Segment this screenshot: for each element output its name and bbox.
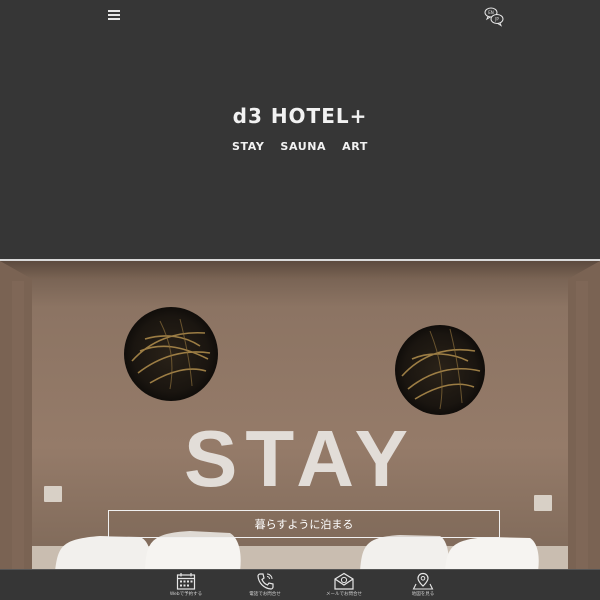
phone-inquiry-button[interactable]: 電話でお問合せ (235, 572, 295, 597)
phone-icon (257, 573, 274, 590)
web-booking-label: Webで予約する (169, 592, 203, 597)
stay-hero: STAY 暮らすように泊まる (0, 259, 600, 569)
hamburger-menu-icon[interactable] (108, 10, 120, 20)
calendar-icon (176, 573, 196, 590)
nav-art[interactable]: ART (342, 140, 368, 153)
map-pin-icon (412, 572, 434, 590)
hotel-logo[interactable]: d3 HOTEL+ (0, 104, 600, 128)
mail-icon (334, 572, 354, 590)
language-switch-icon[interactable]: EN JP (483, 5, 505, 27)
circular-artwork-left (124, 307, 218, 401)
mail-inquiry-button[interactable]: メールでお問合せ (314, 572, 374, 597)
mail-inquiry-label: メールでお問合せ (326, 592, 362, 597)
language-code-jp: JP (494, 17, 499, 22)
nav-sauna[interactable]: SAUNA (280, 140, 326, 153)
map-label: 地図を見る (411, 592, 435, 597)
top-bar: EN JP (0, 0, 600, 32)
map-button[interactable]: 地図を見る (393, 572, 453, 597)
main-nav: STAY SAUNA ART (0, 140, 600, 153)
brand-block: d3 HOTEL+ STAY SAUNA ART (0, 104, 600, 153)
nav-stay[interactable]: STAY (232, 140, 264, 153)
stay-cta-button[interactable]: 暮らすように泊まる (108, 510, 500, 538)
bottom-action-bar: Webで予約する 電話でお問合せ メールでお問合せ 地図を見る (0, 569, 600, 600)
web-booking-button[interactable]: Webで予約する (156, 572, 216, 597)
hero-title: STAY (183, 414, 417, 503)
language-code-en: EN (488, 10, 494, 15)
phone-inquiry-label: 電話でお問合せ (249, 592, 281, 597)
circular-artwork-right (395, 325, 485, 415)
